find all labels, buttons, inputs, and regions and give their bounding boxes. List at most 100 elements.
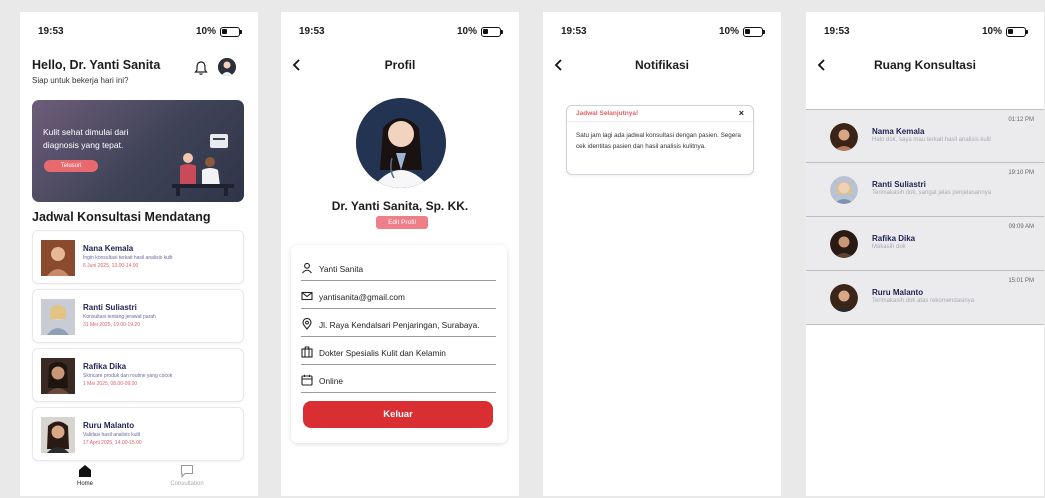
bell-icon[interactable]: [193, 60, 209, 76]
appointment-list: Nana Kemala Ingin konsultasi terkait has…: [32, 230, 244, 466]
appointment-desc: Ingin konsultasi terkait hasil analisis …: [83, 255, 173, 261]
nav-consultation-label: Consultation: [170, 481, 204, 487]
patient-photo: [41, 417, 75, 453]
notification-body: Satu jam lagi ada jadwal konsultasi deng…: [576, 132, 741, 150]
email-field[interactable]: yantisanita@gmail.com: [301, 285, 496, 309]
page-title: Ruang Konsultasi: [873, 58, 976, 72]
patient-photo: [41, 299, 75, 335]
patient-name: Ranti Suliastri: [83, 303, 137, 312]
doctor-illustration: [172, 134, 234, 196]
address-field[interactable]: Jl. Raya Kendalsari Penjaringan, Surabay…: [301, 313, 496, 337]
address-value: Jl. Raya Kendalsari Penjaringan, Surabay…: [319, 320, 480, 330]
home-icon: [79, 465, 91, 477]
chat-message: Halo dok, saya mau terkait hasil analisi…: [872, 137, 992, 143]
battery-icon: [481, 26, 503, 37]
chat-item[interactable]: Ruru Malanto Terimakasih dok atas rekome…: [806, 271, 1044, 325]
chat-avatar: [830, 176, 858, 204]
greeting-title: Hello, Dr. Yanti Sanita: [32, 58, 161, 72]
location-icon: [302, 318, 312, 330]
avatar[interactable]: [218, 58, 236, 76]
appointment-card[interactable]: Ruru Malanto Validasi hasil analisis kul…: [32, 407, 244, 461]
chat-list: Nama Kemala Halo dok, saya mau terkait h…: [806, 109, 1044, 325]
chat-avatar: [830, 230, 858, 258]
home-screen: 19:53 10% Hello, Dr. Yanti Sanita Siap u…: [20, 12, 258, 496]
logout-button[interactable]: Keluar: [303, 401, 493, 428]
chat-time: 15:01 PM: [1008, 278, 1034, 284]
status-time: 19:53: [824, 26, 850, 37]
chat-item[interactable]: Nama Kemala Halo dok, saya mau terkait h…: [806, 109, 1044, 163]
status-time: 19:53: [299, 26, 325, 37]
patient-photo: [41, 240, 75, 276]
notification-screen: 19:53 10% Notifikasi Jadwal Selanjutnya!…: [543, 12, 781, 496]
appointment-desc: Skincare produk dan routine yang cocok: [83, 373, 173, 379]
status-time: 19:53: [561, 26, 587, 37]
name-value: Yanti Sanita: [319, 264, 364, 274]
building-icon: [301, 346, 313, 358]
chat-name: Rafika Dika: [872, 234, 916, 243]
close-icon[interactable]: ×: [739, 108, 744, 118]
patient-name: Nana Kemala: [83, 244, 134, 253]
nav-home-label: Home: [76, 481, 93, 487]
appointment-date: 1 Mei 2025, 08.00-09.00: [83, 381, 138, 387]
status-bar: 19:53 10%: [299, 26, 503, 40]
user-icon: [302, 262, 312, 274]
status-field[interactable]: Online: [301, 369, 496, 393]
appointment-date: 6 Juni 2025, 13.00-14.00: [83, 263, 139, 269]
status-bar: 19:53 10%: [561, 26, 765, 40]
chat-time: 19:10 PM: [1008, 170, 1034, 176]
chat-name: Ranti Suliastri: [872, 180, 926, 189]
explore-button[interactable]: Telusuri: [44, 160, 98, 172]
appointment-card[interactable]: Ranti Suliastri Konsultasi tentang jeraw…: [32, 289, 244, 343]
greeting-subtitle: Siap untuk bekerja hari ini?: [32, 76, 129, 85]
promo-banner: Kulit sehat dimulai dari diagnosis yang …: [32, 100, 244, 202]
battery-level: 10%: [195, 26, 216, 37]
profile-screen: 19:53 10% Profil Dr. Yanti Sanita, Sp. K…: [281, 12, 519, 496]
mail-icon: [301, 291, 313, 301]
chat-name: Nama Kemala: [872, 127, 925, 136]
appointment-card[interactable]: Nana Kemala Ingin konsultasi terkait has…: [32, 230, 244, 284]
chat-name: Ruru Malanto: [872, 288, 924, 297]
appointment-date: 31 Mei 2025, 19.00-19.20: [83, 322, 140, 328]
chat-time: 09:09 AM: [1008, 224, 1034, 230]
edit-profile-button[interactable]: Edit Profil: [376, 216, 428, 229]
battery-level: 10%: [718, 26, 739, 37]
notification-title: Jadwal Selanjutnya!: [576, 110, 639, 117]
chat-avatar: [830, 284, 858, 312]
chat-time: 01:12 PM: [1008, 117, 1034, 123]
profile-photo: [356, 98, 446, 188]
appointment-desc: Konsultasi tentang jerawat parah: [83, 314, 156, 320]
page-title: Notifikasi: [634, 58, 689, 72]
appointment-date: 17 April 2025, 14.00-15.00: [83, 440, 142, 446]
page-title: Profil: [384, 58, 416, 72]
chat-message: Terimakasih dok atas rekomendasinya: [872, 298, 975, 304]
battery-icon: [220, 26, 242, 37]
appointment-desc: Validasi hasil analisis kulit: [83, 432, 141, 438]
battery-icon: [1006, 26, 1028, 37]
consultation-screen: 19:53 10% Ruang Konsultasi Nama Kemala H…: [806, 12, 1044, 496]
banner-text: Kulit sehat dimulai dari diagnosis yang …: [43, 127, 129, 150]
name-field[interactable]: Yanti Sanita: [301, 257, 496, 281]
chat-icon: [180, 464, 194, 478]
specialty-field[interactable]: Dokter Spesialis Kulit dan Kelamin: [301, 341, 496, 365]
specialty-value: Dokter Spesialis Kulit dan Kelamin: [319, 348, 446, 358]
battery-level: 10%: [981, 26, 1002, 37]
patient-name: Ruru Malanto: [83, 421, 135, 430]
patient-photo: [41, 358, 75, 394]
battery-level: 10%: [456, 26, 477, 37]
chat-message: Makasih dok: [872, 244, 906, 250]
patient-name: Rafika Dika: [83, 362, 127, 371]
notification-card[interactable]: Jadwal Selanjutnya! × Satu jam lagi ada …: [566, 105, 754, 175]
chat-avatar: [830, 123, 858, 151]
battery-icon: [743, 26, 765, 37]
status-time: 19:53: [38, 26, 64, 37]
nav-home[interactable]: Home: [50, 464, 120, 487]
appointment-card[interactable]: Rafika Dika Skincare produk dan routine …: [32, 348, 244, 402]
chat-item[interactable]: Ranti Suliastri Terimakasih dok, sangat …: [806, 163, 1044, 217]
section-title: Jadwal Konsultasi Mendatang: [32, 210, 211, 224]
profile-name: Dr. Yanti Sanita, Sp. KK.: [331, 199, 469, 213]
bottom-nav: Home Consultation: [20, 458, 258, 496]
nav-consultation[interactable]: Consultation: [152, 464, 222, 487]
chat-item[interactable]: Rafika Dika Makasih dok 09:09 AM: [806, 217, 1044, 271]
status-bar: 19:53 10%: [824, 26, 1028, 40]
chat-message: Terimakasih dok, sangat jelas penjelasan…: [872, 190, 992, 196]
